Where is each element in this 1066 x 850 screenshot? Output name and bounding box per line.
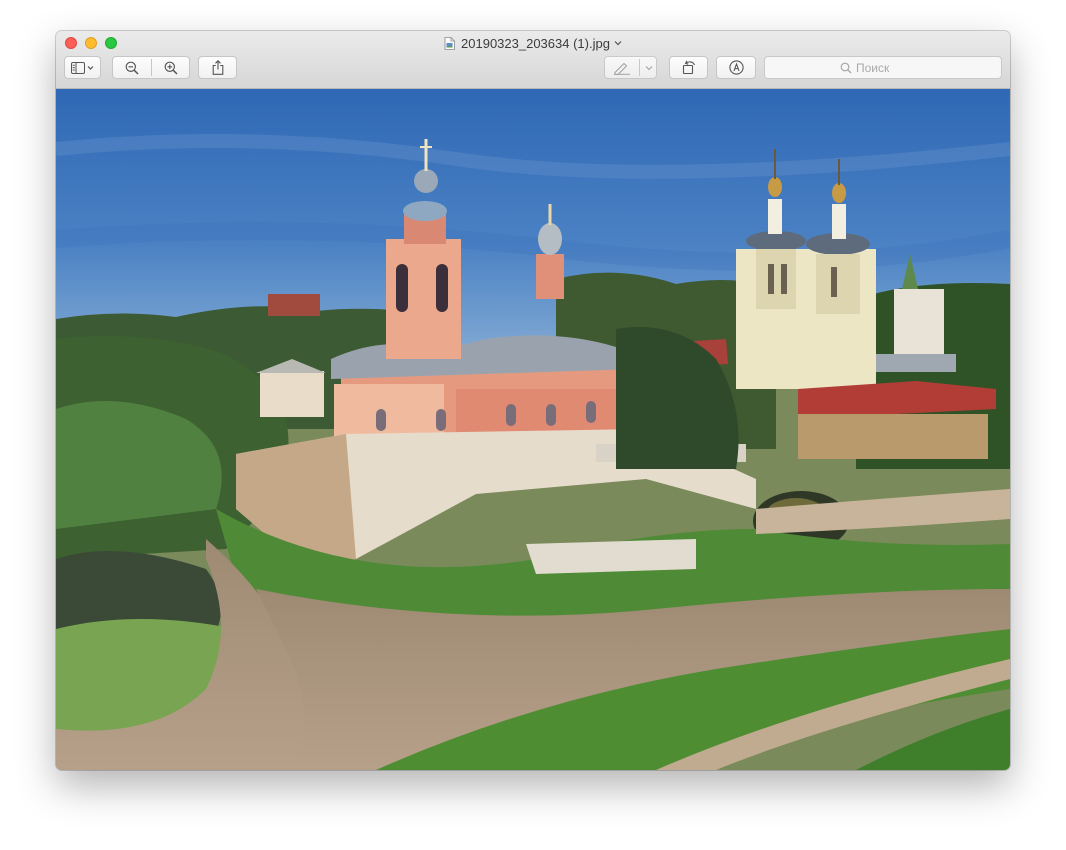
painting-image	[56, 89, 1010, 770]
markup-pen-button[interactable]	[604, 56, 657, 79]
markup-icon	[728, 60, 744, 75]
pen-icon	[614, 62, 630, 75]
preview-window: 20190323_203634 (1).jpg	[56, 31, 1010, 770]
pen-dropdown-button[interactable]	[640, 57, 658, 78]
share-icon	[212, 60, 223, 75]
sidebar-button[interactable]	[64, 56, 101, 79]
zoom-in-button[interactable]	[152, 57, 190, 78]
zoom-out-button[interactable]	[113, 57, 151, 78]
rotate-button[interactable]	[669, 56, 708, 79]
zoom-in-icon	[164, 61, 178, 75]
chevron-down-icon	[645, 65, 653, 70]
sidebar-icon	[70, 61, 93, 74]
window-title[interactable]: 20190323_203634 (1).jpg	[56, 35, 1010, 51]
chevron-down-icon[interactable]	[614, 40, 622, 46]
rotate-left-icon	[682, 60, 695, 75]
search-field[interactable]	[764, 56, 1002, 79]
search-input[interactable]	[856, 60, 926, 75]
share-button[interactable]	[198, 56, 237, 79]
pen-tool-button[interactable]	[605, 57, 639, 78]
zoom-controls	[112, 56, 190, 79]
markup-button[interactable]	[716, 56, 756, 79]
zoom-out-icon	[125, 61, 139, 75]
jpeg-document-icon	[444, 36, 455, 50]
image-view[interactable]	[56, 89, 1010, 770]
search-icon	[840, 62, 852, 73]
titlebar: 20190323_203634 (1).jpg	[56, 31, 1010, 89]
window-title-text: 20190323_203634 (1).jpg	[461, 35, 610, 51]
